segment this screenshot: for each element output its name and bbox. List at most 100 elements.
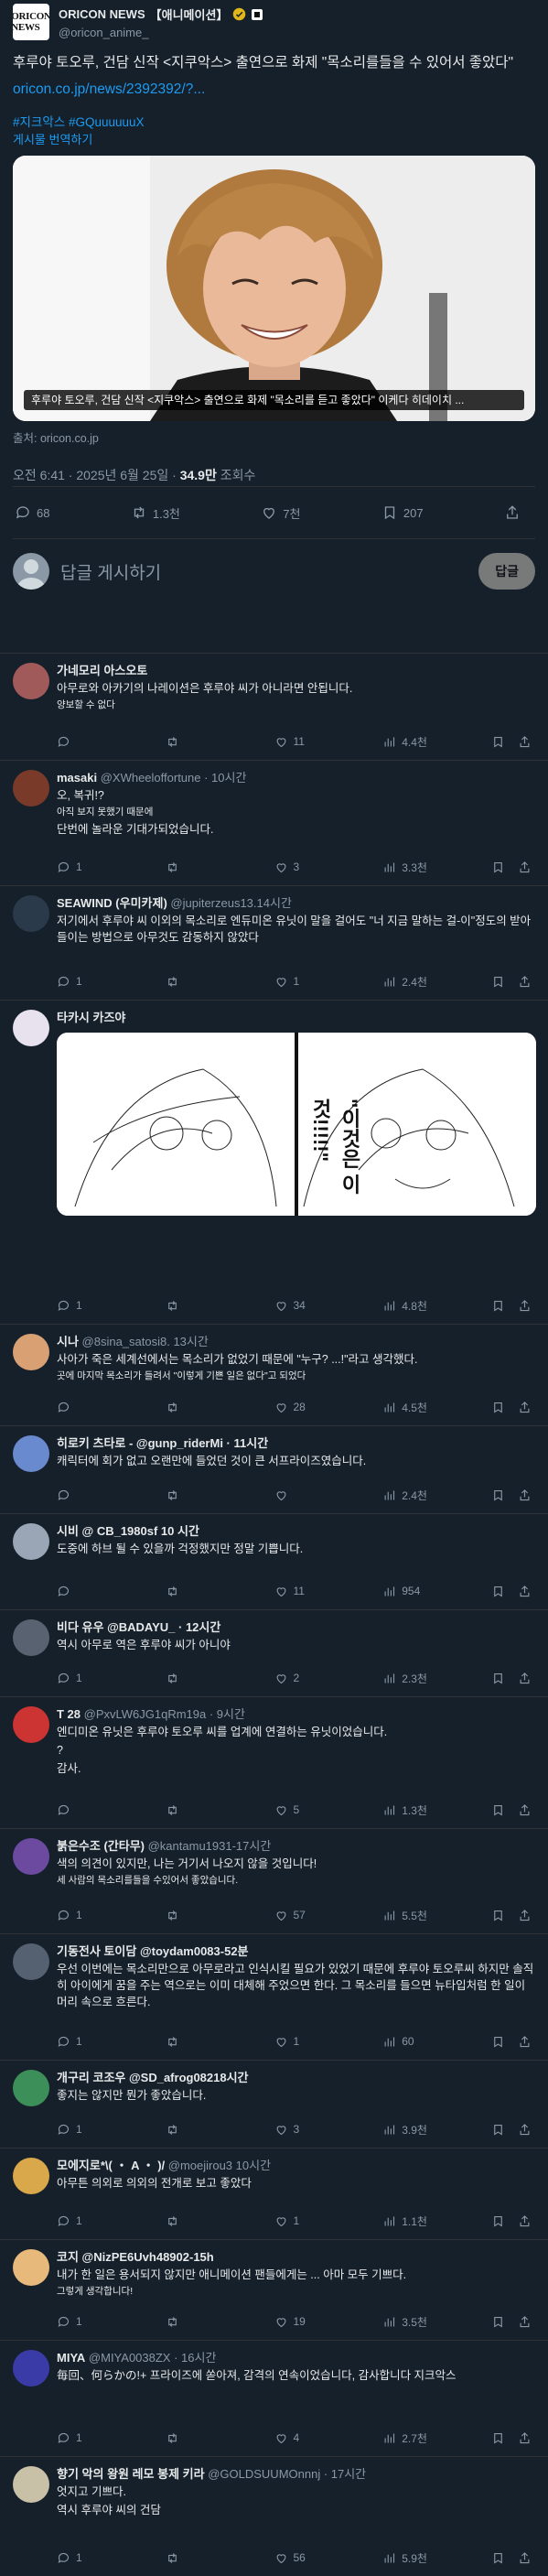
reply-author[interactable]: 비다 유우 @BADAYU_ · 12시간 [57, 1619, 535, 1635]
bookmark-action[interactable] [491, 2431, 505, 2445]
reply-author-name[interactable]: 비다 유우 @BADAYU_ · 12시간 [57, 1620, 220, 1634]
reply-avatar[interactable] [13, 2350, 49, 2387]
reply-author[interactable]: SEAWIND (우미카제) @jupiterzeus13.14시간 [57, 895, 535, 911]
reply-author-name[interactable]: MIYA [57, 2351, 85, 2365]
reply-action[interactable]: 1 [57, 1909, 121, 1922]
bookmark-action[interactable] [491, 735, 505, 749]
share-action[interactable] [518, 1672, 532, 1685]
reply-handle[interactable]: @moejirou3 10시간 [165, 2159, 271, 2172]
reply-handle[interactable]: @jupiterzeus13.14시간 [167, 896, 292, 910]
reply-avatar[interactable] [13, 770, 49, 806]
bookmark-action[interactable] [491, 2214, 505, 2228]
reply-handle[interactable]: @8sina_satosi8. 13시간 [79, 1335, 209, 1348]
share-action[interactable] [518, 1803, 532, 1817]
reply-image[interactable]: "이것은 이것!!!!!""그것은 그것!!!!!" [57, 1033, 536, 1216]
like-action[interactable]: 7천 [261, 504, 301, 522]
reply-action[interactable] [57, 1585, 121, 1598]
reply-author[interactable]: 기동전사 토이담 @toydam0083-52분 [57, 1943, 535, 1959]
reply-author[interactable]: 타카시 카즈야 [57, 1010, 536, 1025]
bookmark-action[interactable] [491, 1672, 505, 1685]
heart-action[interactable]: 57 [274, 1909, 338, 1922]
retweet-action[interactable] [166, 2315, 230, 2329]
views-action[interactable]: 4.5천 [382, 1400, 446, 1415]
retweet-action[interactable] [166, 2123, 230, 2137]
share-action[interactable] [504, 504, 521, 521]
retweet-action[interactable] [166, 1299, 230, 1313]
retweet-action[interactable] [166, 2214, 230, 2228]
retweet-action[interactable] [166, 860, 230, 874]
retweet-action[interactable] [166, 1401, 230, 1414]
bookmark-action[interactable] [491, 1401, 505, 1414]
reply-avatar[interactable] [13, 2249, 49, 2286]
reply-author[interactable]: 붉은수조 (간타무) @kantamu1931-17시간 [57, 1838, 535, 1854]
reply-author-name[interactable]: SEAWIND (우미카제) [57, 896, 167, 910]
reply-action[interactable]: 1 [57, 1299, 121, 1313]
heart-action[interactable]: 3 [274, 2123, 338, 2137]
account-handle[interactable]: @oricon_anime_ [59, 26, 263, 39]
reply-action[interactable]: 1 [57, 975, 121, 989]
reply-author-name[interactable]: 코지 @NizPE6Uvh48902-15h [57, 2250, 214, 2264]
reply-action[interactable]: 1 [57, 2035, 121, 2049]
reply-author[interactable]: T 28 @PxvLW6JG1qRm19a · 9시간 [57, 1706, 535, 1722]
reply-author-name[interactable]: 붉은수조 (간타무) [57, 1839, 145, 1853]
retweet-action[interactable]: 1.3천 [131, 504, 180, 522]
reply-action[interactable]: 1 [57, 1672, 121, 1685]
bookmark-action[interactable] [491, 860, 505, 874]
reply-author-name[interactable]: 향기 악의 왕원 레모 봉제 키라 [57, 2467, 205, 2481]
reply-author[interactable]: 히로키 츠타로 - @gunp_riderMi · 11시간 [57, 1435, 535, 1451]
reply-author-name[interactable]: 가네모리 아스오토 [57, 664, 147, 677]
bookmark-action[interactable] [491, 2551, 505, 2565]
reply-author-name[interactable]: masaki [57, 771, 97, 785]
tweet-timestamp[interactable]: 오전 6:41 · 2025년 6월 25일 · [13, 468, 180, 482]
heart-action[interactable]: 2 [274, 1672, 338, 1685]
reply-avatar[interactable] [13, 1523, 49, 1560]
heart-action[interactable]: 5 [274, 1803, 338, 1817]
views-action[interactable]: 1.3천 [382, 1802, 446, 1818]
heart-action[interactable]: 19 [274, 2315, 338, 2329]
share-action[interactable] [518, 2123, 532, 2137]
bookmark-action[interactable] [491, 2035, 505, 2049]
bookmark-action[interactable] [491, 2123, 505, 2137]
reply-action[interactable] [57, 735, 121, 749]
account-name[interactable]: ORICON NEWS [59, 7, 145, 21]
bookmark-action[interactable] [491, 1488, 505, 1502]
views-action[interactable]: 3.5천 [382, 2314, 446, 2330]
heart-action[interactable]: 1 [274, 2035, 338, 2049]
heart-action[interactable]: 28 [274, 1401, 338, 1414]
bookmark-action[interactable] [491, 1803, 505, 1817]
reply-avatar[interactable] [13, 663, 49, 699]
tweet-hashtags[interactable]: #지크악스 #GQuuuuuuX [0, 101, 548, 131]
retweet-action[interactable] [166, 975, 230, 989]
share-action[interactable] [518, 975, 532, 989]
reply-avatar[interactable] [13, 2158, 49, 2194]
reply-handle[interactable]: @kantamu1931-17시간 [145, 1839, 272, 1853]
reply-handle[interactable]: @GOLDSUUMOnnnj · 17시간 [205, 2467, 366, 2481]
views-action[interactable]: 1.1천 [382, 2213, 446, 2229]
reply-author[interactable]: 시비 @ CB_1980sf 10 시간 [57, 1523, 535, 1539]
link-source[interactable]: 출처: oricon.co.jp [0, 421, 548, 446]
reply-action[interactable]: 1 [57, 2315, 121, 2329]
reply-input[interactable]: 답글 게시하기 [60, 559, 478, 584]
reply-avatar[interactable] [13, 1435, 49, 1472]
reply-action[interactable]: 1 [57, 2214, 121, 2228]
views-action[interactable]: 2.3천 [382, 1671, 446, 1686]
heart-action[interactable]: 34 [274, 1299, 338, 1313]
reply-avatar[interactable] [13, 1838, 49, 1875]
bookmark-action[interactable] [491, 2315, 505, 2329]
heart-action[interactable]: 3 [274, 860, 338, 874]
bookmark-action[interactable] [491, 1299, 505, 1313]
tweet-link[interactable]: oricon.co.jp/news/2392392/?... [0, 78, 548, 101]
views-action[interactable]: 2.4천 [382, 1488, 446, 1503]
reply-action[interactable]: 1 [57, 860, 121, 874]
account-avatar[interactable]: ORICON NEWS [13, 4, 49, 40]
retweet-action[interactable] [166, 1803, 230, 1817]
share-action[interactable] [518, 1909, 532, 1922]
retweet-action[interactable] [166, 2551, 230, 2565]
retweet-action[interactable] [166, 2035, 230, 2049]
heart-action[interactable]: 56 [274, 2551, 338, 2565]
views-action[interactable]: 5.5천 [382, 1908, 446, 1923]
share-action[interactable] [518, 1401, 532, 1414]
reply-avatar[interactable] [13, 1943, 49, 1980]
reply-action[interactable] [57, 1803, 121, 1817]
views-action[interactable]: 2.4천 [382, 974, 446, 990]
